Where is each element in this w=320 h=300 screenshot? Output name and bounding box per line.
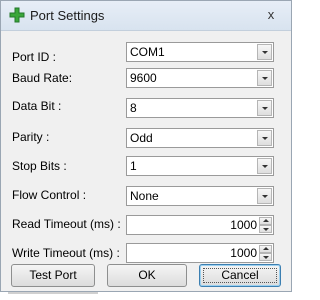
ok-button-label: OK	[138, 268, 156, 282]
baud-rate-dropdown[interactable]: 9600	[126, 68, 274, 88]
cancel-button[interactable]: Cancel	[199, 264, 281, 287]
write-timeout-label: Write Timeout (ms) :	[12, 246, 120, 260]
stop-bits-label: Stop Bits :	[12, 159, 67, 173]
green-plus-icon	[9, 7, 25, 23]
data-bit-label: Data Bit :	[12, 99, 62, 113]
baud-rate-label: Baud Rate:	[12, 71, 73, 85]
ok-button[interactable]: OK	[107, 264, 187, 287]
test-port-button[interactable]: Test Port	[11, 264, 95, 287]
parity-label: Parity :	[12, 130, 50, 144]
parity-value: Odd	[130, 131, 153, 145]
flow-control-value: None	[130, 189, 159, 203]
spin-up-icon[interactable]	[259, 217, 272, 225]
test-port-button-label: Test Port	[29, 268, 77, 282]
port-id-label: Port ID :	[12, 50, 57, 64]
spin-up-icon[interactable]	[259, 245, 272, 253]
spin-down-icon[interactable]	[259, 253, 272, 261]
flow-control-label: Flow Control :	[12, 188, 87, 202]
read-timeout-spinner[interactable]: 1000	[126, 215, 274, 235]
chevron-down-icon[interactable]	[257, 44, 272, 60]
close-button[interactable]: x	[263, 7, 279, 23]
parity-dropdown[interactable]: Odd	[126, 128, 274, 148]
port-settings-dialog: Port Settings x Port ID : COM1 Baud Rate…	[0, 0, 292, 292]
read-timeout-value[interactable]: 1000	[230, 218, 257, 232]
data-bit-value: 8	[130, 101, 137, 115]
chevron-down-icon[interactable]	[257, 158, 272, 174]
cancel-button-label: Cancel	[221, 268, 259, 282]
baud-rate-value: 9600	[130, 71, 157, 85]
title-bar[interactable]: Port Settings x	[1, 1, 291, 31]
read-timeout-label: Read Timeout (ms) :	[12, 217, 121, 231]
port-id-dropdown[interactable]: COM1	[126, 42, 274, 62]
write-timeout-value[interactable]: 1000	[230, 246, 257, 260]
chevron-down-icon[interactable]	[257, 130, 272, 146]
spin-down-icon[interactable]	[259, 225, 272, 233]
background-divider	[8, 292, 98, 294]
chevron-down-icon[interactable]	[257, 100, 272, 116]
data-bit-dropdown[interactable]: 8	[126, 98, 274, 118]
chevron-down-icon[interactable]	[257, 70, 272, 86]
chevron-down-icon[interactable]	[257, 188, 272, 204]
stop-bits-dropdown[interactable]: 1	[126, 156, 274, 176]
stop-bits-value: 1	[130, 159, 137, 173]
write-timeout-spinner[interactable]: 1000	[126, 243, 274, 263]
background-strip	[0, 292, 294, 300]
flow-control-dropdown[interactable]: None	[126, 186, 274, 206]
port-id-value: COM1	[130, 45, 165, 59]
window-title: Port Settings	[30, 8, 105, 23]
